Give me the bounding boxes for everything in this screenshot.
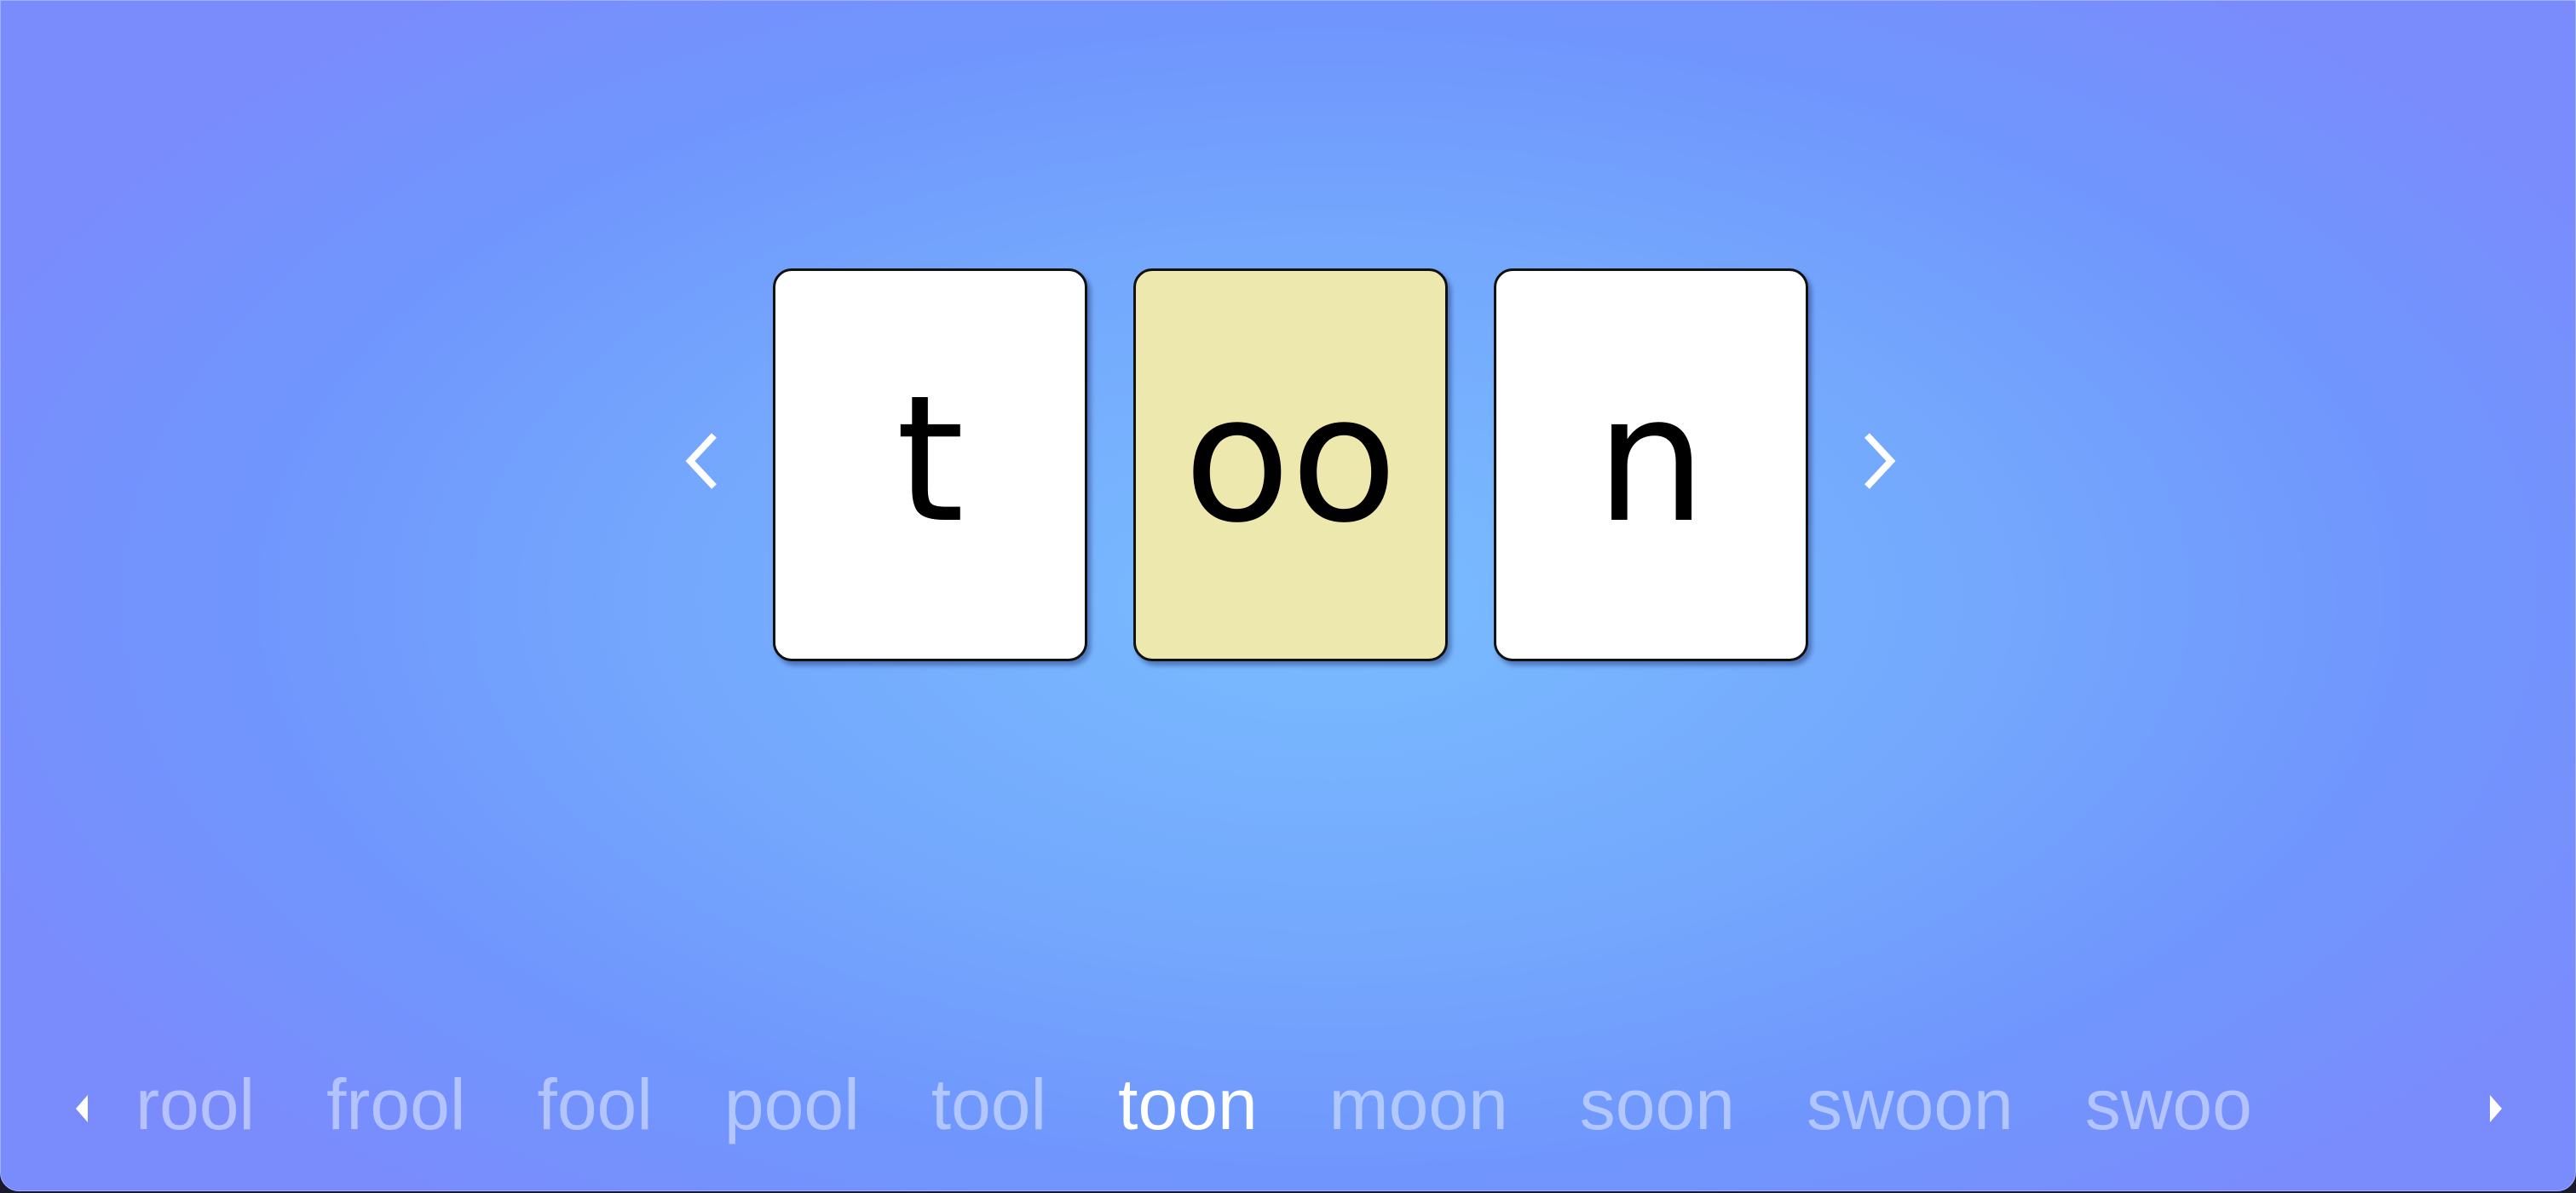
word-item[interactable]: soon (1580, 1058, 1735, 1160)
card-letters: n (1595, 359, 1707, 562)
word-item[interactable]: swoon (1807, 1058, 2014, 1160)
triangle-right-icon (2490, 1095, 2502, 1122)
word-item[interactable]: pool (724, 1058, 860, 1160)
triangle-left-icon (76, 1095, 88, 1122)
letter-card[interactable]: n (1494, 268, 1808, 661)
word-list-next-button[interactable] (2487, 1092, 2507, 1126)
next-word-button[interactable] (1852, 427, 1903, 495)
prev-word-button[interactable] (678, 427, 729, 495)
letter-card-highlighted[interactable]: oo (1133, 268, 1448, 661)
word-item[interactable]: rool (135, 1058, 255, 1160)
card-letters: t (896, 359, 965, 562)
word-item[interactable]: moon (1329, 1058, 1508, 1160)
word-builder-app: t oo n rool frool fool pool tool toon mo… (0, 0, 2576, 1191)
word-item[interactable]: tool (931, 1058, 1046, 1160)
letter-card[interactable]: t (773, 268, 1087, 661)
card-letters: oo (1184, 359, 1397, 562)
word-list: rool frool fool pool tool toon moon soon… (135, 1058, 2453, 1160)
word-item[interactable]: frool (326, 1058, 465, 1160)
chevron-right-icon (1864, 433, 1896, 489)
chevron-left-icon (685, 433, 717, 489)
word-list-prev-button[interactable] (71, 1092, 91, 1126)
word-item[interactable]: fool (537, 1058, 652, 1160)
word-item-active[interactable]: toon (1118, 1058, 1258, 1160)
word-item[interactable]: swoo (2085, 1058, 2252, 1160)
